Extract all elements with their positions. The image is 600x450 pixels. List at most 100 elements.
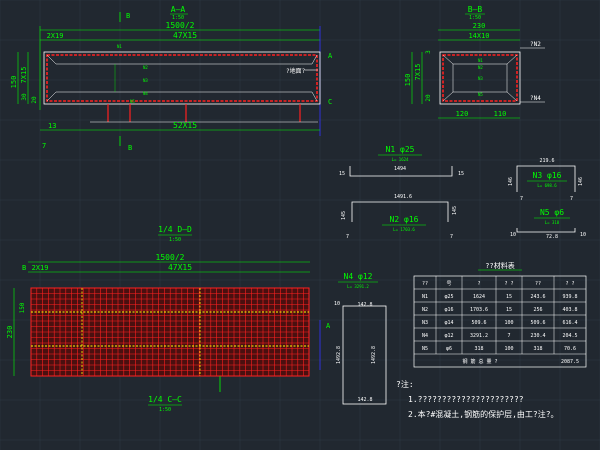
bb-bar-label-n2: N2 (478, 65, 483, 70)
bar-n4-length: L= 3291.2 (347, 284, 369, 289)
bar-label-n4: N4 (143, 91, 148, 96)
table-cell: 100 (504, 320, 513, 326)
bar-n3-left: 146 (508, 177, 514, 186)
section-cc-title: 1/4 C—C (148, 395, 182, 404)
bar-n3-end-right: 7 (570, 196, 573, 202)
dim-bb-bottom-110: 110 (494, 110, 507, 118)
table-cell: 403.8 (562, 307, 577, 313)
dim-bottom-13: 13 (48, 122, 56, 130)
dim-bb-left-3: 3 (425, 50, 432, 54)
bar-n1-dim: 1494 (394, 166, 406, 172)
dim-left-150: 150 (10, 76, 18, 89)
bar-n2-dim: 1491.6 (394, 194, 412, 200)
table-cell: φ16 (444, 307, 453, 313)
note-arrow: ?地面? (286, 67, 306, 75)
svg-text:C: C (328, 98, 332, 106)
dim-top-mid: 47X15 (173, 31, 197, 40)
dim-bb-left-150: 150 (404, 74, 412, 87)
table-cell: 243.6 (530, 294, 545, 300)
bar-n5-right: 10 (580, 232, 586, 238)
bar-n4-left: 1492.8 (336, 346, 342, 364)
notes-line2: 2.本?#混凝土,钢筋的保护层,由工?注?。 (408, 409, 559, 419)
table-cell: 939.8 (562, 294, 577, 300)
table-cell: 3291.2 (470, 333, 488, 339)
bar-n4-top-left: 10 (334, 301, 340, 307)
dim-dd-top-left: 2X19 (32, 264, 49, 272)
bar-n4-bottom: 142.8 (357, 397, 372, 403)
dim-dd-left-230: 230 (6, 326, 14, 339)
table-cell: 1703.6 (470, 307, 488, 313)
dim-dd-top-total: 1500/2 (156, 253, 185, 262)
bar-label-n2: N2 (143, 65, 148, 70)
table-cell: N5 (422, 346, 428, 352)
section-cc-scale: 1:50 (159, 407, 171, 413)
bb-note-top: ?N2 (530, 41, 541, 48)
table-cell: φ6 (446, 346, 452, 352)
table-cell: 204.5 (562, 333, 577, 339)
table-footer-total: 2087.5 (561, 359, 579, 365)
table-cell: 509.6 (471, 320, 486, 326)
table-cell: N2 (422, 307, 428, 313)
dim-bb-bottom-120: 120 (456, 110, 469, 118)
table-cell: φ14 (444, 320, 453, 326)
bb-bar-label-n5: N5 (478, 92, 483, 97)
bar-n3-title: N3 φ16 (533, 171, 562, 180)
table-header-cell: ?? (535, 281, 541, 287)
bar-n3-length: L= 698.6 (537, 183, 557, 188)
bar-n5-title: N5 φ6 (540, 208, 564, 217)
cut-label-b-top: B (126, 12, 130, 20)
bar-n5-left: 10 (510, 232, 516, 238)
bar-n2-title: N2 φ16 (390, 215, 419, 224)
table-cell: N4 (422, 333, 428, 339)
dim-dd-top-mid: 47X15 (168, 263, 192, 272)
table-cell: φ12 (444, 333, 453, 339)
dim-bb-top-mid: 14X10 (468, 32, 489, 40)
table-header-cell: 号 (446, 281, 451, 287)
bb-note-bottom: ?N4 (530, 95, 541, 102)
bar-n1-title: N1 φ25 (386, 145, 415, 154)
bar-n2-length: L= 1703.6 (393, 227, 415, 232)
drawing-canvas: A—A 1:50 B 1500/2 2X19 47X15 N1 N2 N3 N4… (0, 0, 600, 450)
table-cell: N1 (422, 294, 428, 300)
bar-n4-title: N4 φ12 (344, 272, 373, 281)
table-cell: 15 (506, 294, 512, 300)
bar-label-n1: N1 (117, 44, 122, 49)
dim-left-7x15: 7X15 (20, 67, 28, 84)
table-cell: 318 (474, 346, 483, 352)
bar-n3-right: 146 (578, 177, 584, 186)
table-header-cell: ? ? (504, 281, 513, 287)
cut-label-b-dd: B (22, 264, 26, 272)
bb-bar-label-n3: N3 (478, 76, 483, 81)
dim-bb-left-7x15: 7X15 (414, 64, 422, 81)
table-cell: 509.6 (530, 320, 545, 326)
section-dd-scale: 1:50 (169, 237, 181, 243)
table-cell: 7 (507, 333, 510, 339)
bar-n2-right: 145 (452, 206, 458, 215)
svg-text:B: B (128, 144, 132, 152)
dim-left-30: 30 (21, 93, 28, 101)
bar-n5-dim: 72.8 (546, 234, 558, 240)
bar-n3-dim: 219.6 (539, 158, 554, 164)
bar-n5-length: L= 318 (545, 220, 560, 225)
bar-n1-left: 15 (339, 171, 345, 177)
table-header-cell: ?? (422, 281, 428, 287)
table-cell: 1624 (473, 294, 485, 300)
notes-line1: 1.?????????????????????? (408, 395, 524, 404)
dim-left-20: 20 (31, 96, 38, 104)
dim-bottom-7: 7 (42, 142, 46, 150)
dim-bb-top-total: 230 (473, 22, 486, 30)
dim-dd-left-150: 150 (19, 302, 26, 313)
table-cell: 616.4 (562, 320, 577, 326)
table-header-cell: ? (477, 281, 480, 287)
dim-bb-left-20: 20 (425, 94, 432, 102)
table-cell: N3 (422, 320, 428, 326)
bar-n3-end-left: 7 (520, 196, 523, 202)
table-cell: 230.4 (530, 333, 545, 339)
section-aa-title: A—A (171, 5, 186, 14)
bar-n4-top: 142.8 (357, 302, 372, 308)
table-cell: 318 (533, 346, 542, 352)
section-dd-title: 1/4 D—D (158, 225, 192, 234)
dim-bottom-52x15: 52X15 (173, 121, 197, 130)
table-cell: 15 (506, 307, 512, 313)
bar-n1-length: L= 1624 (392, 157, 409, 162)
